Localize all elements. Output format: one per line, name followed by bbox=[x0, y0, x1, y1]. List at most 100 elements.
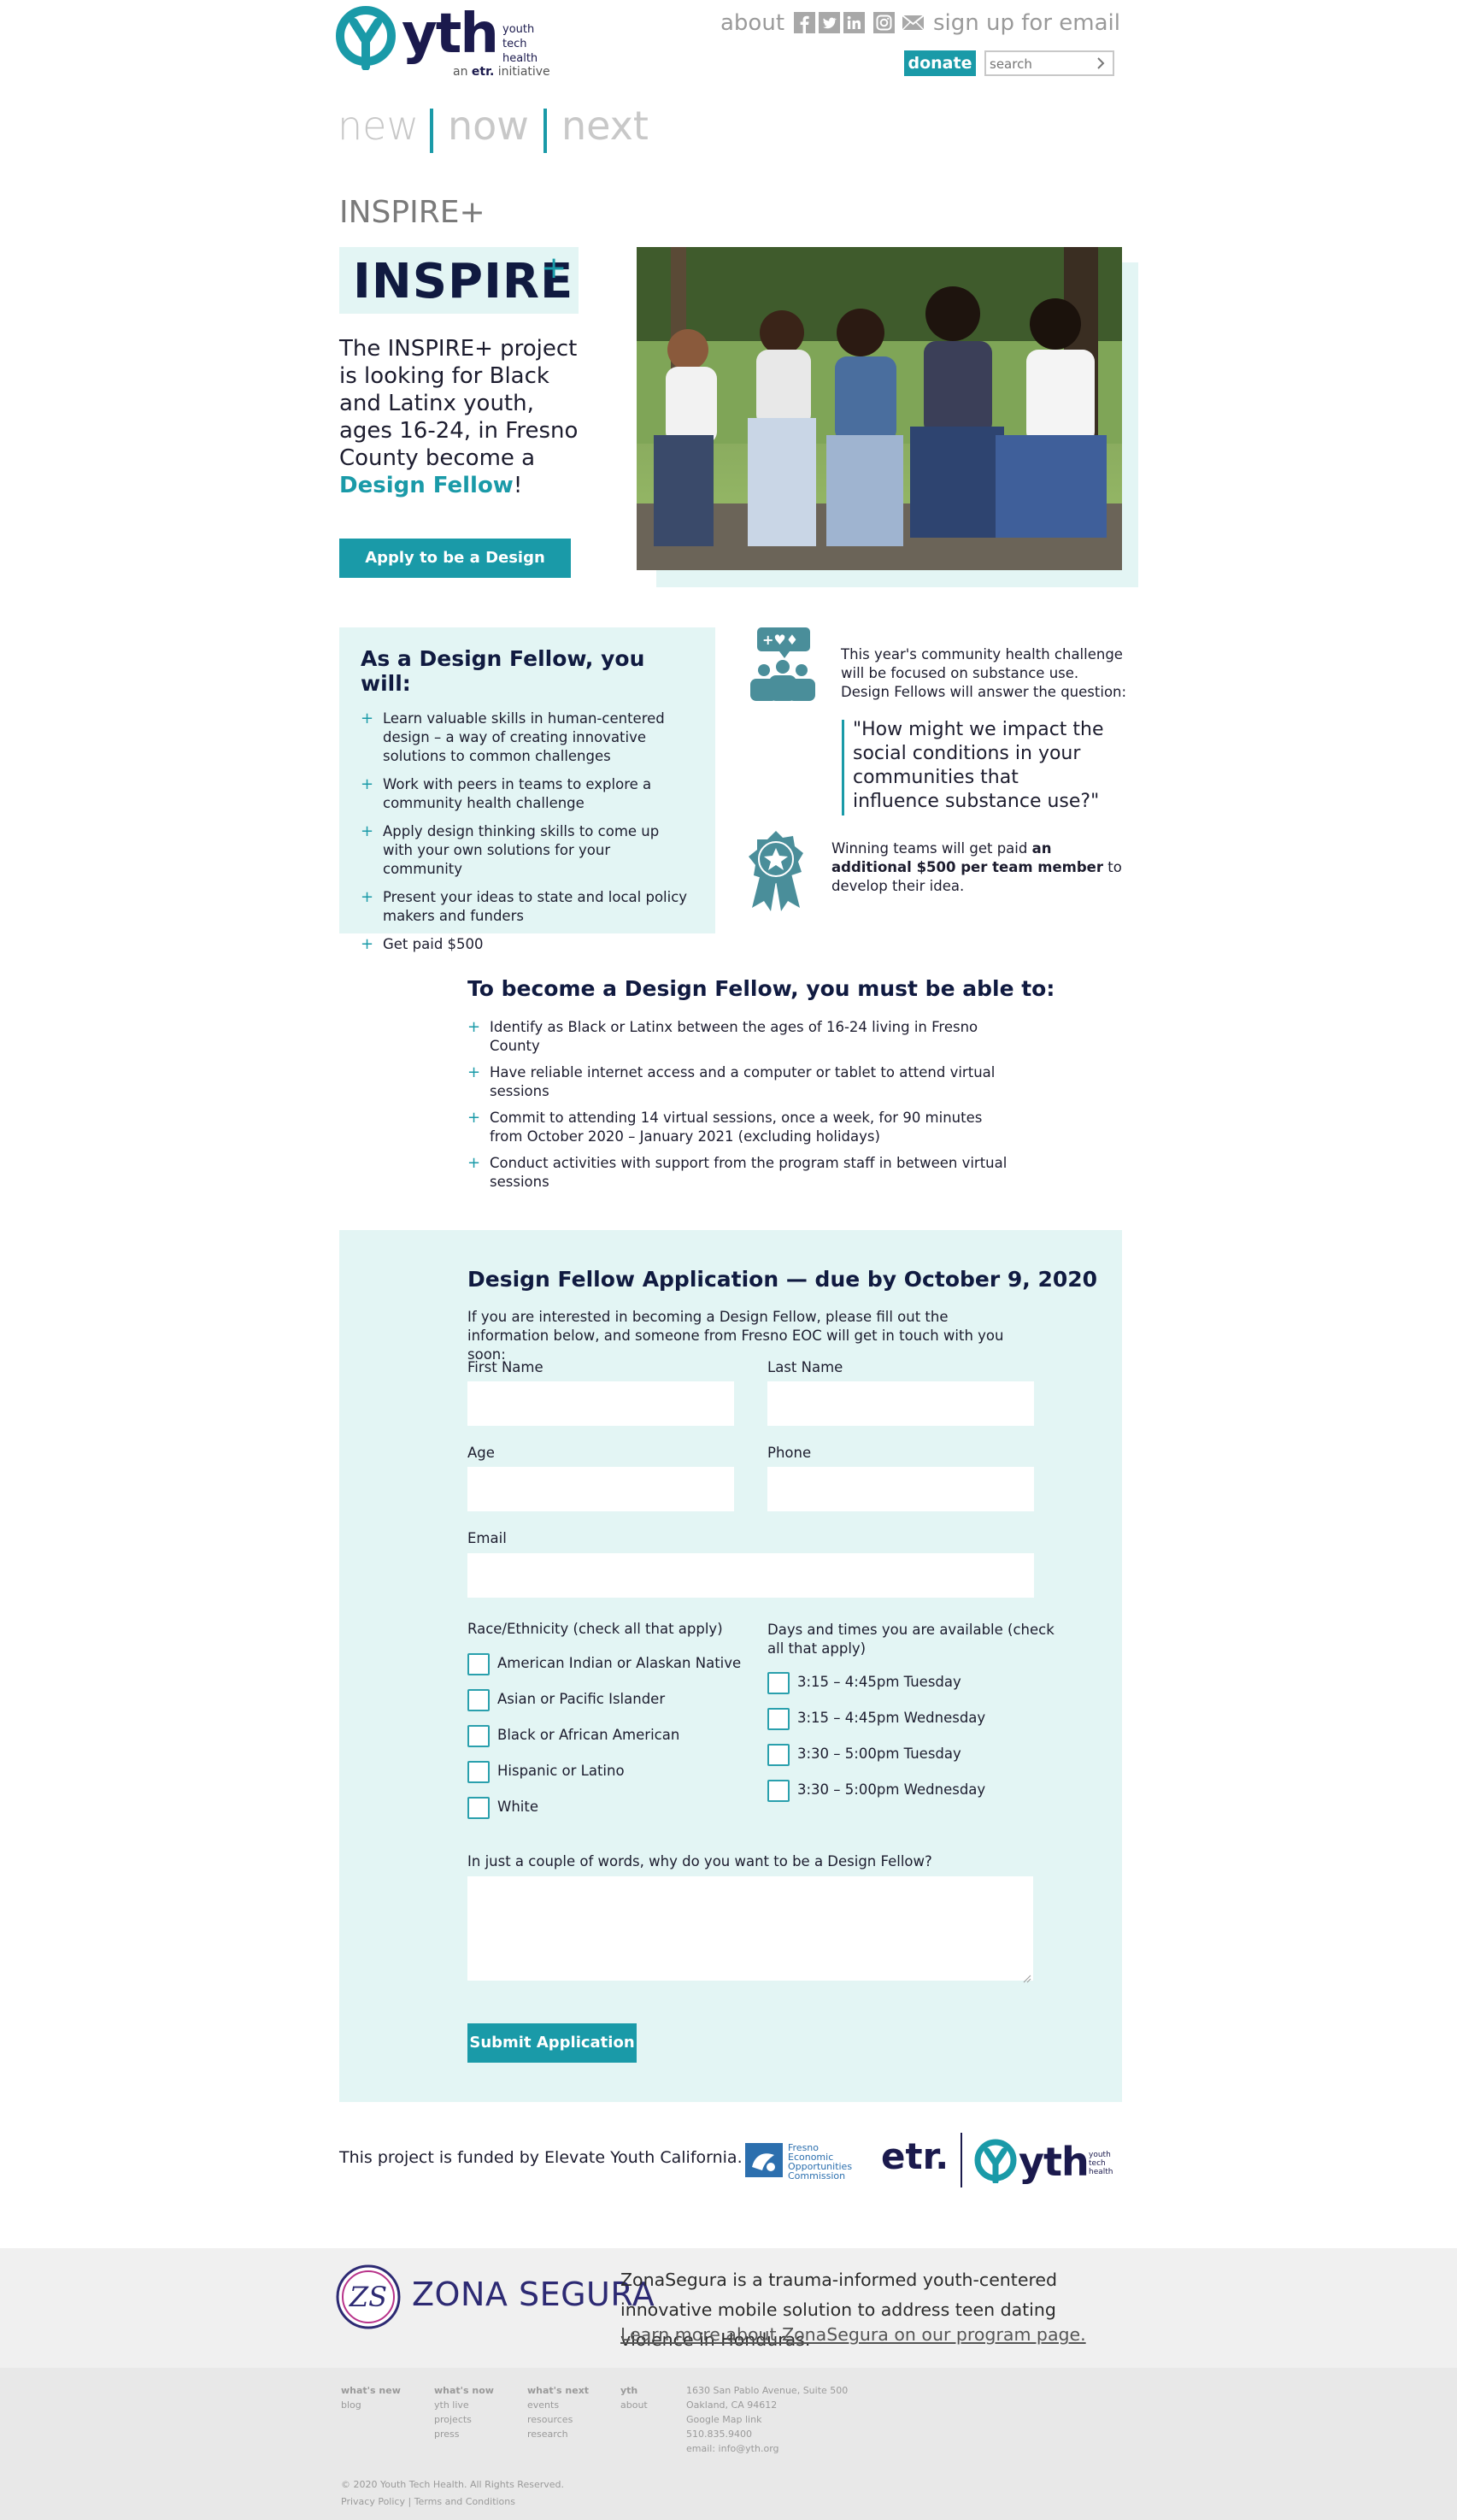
donate-button[interactable]: donate bbox=[904, 50, 976, 76]
signup-email-link[interactable]: sign up for email bbox=[933, 10, 1120, 36]
terms-link[interactable]: Terms and Conditions bbox=[414, 2496, 515, 2507]
email-icon[interactable] bbox=[902, 12, 924, 33]
fresno-eoc-icon bbox=[745, 2143, 783, 2177]
linkedin-icon[interactable] bbox=[843, 12, 865, 33]
footer-address: 1630 San Pablo Avenue, Suite 500 Oakland… bbox=[686, 2385, 849, 2456]
form-intro: If you are interested in becoming a Desi… bbox=[467, 1309, 1004, 1363]
community-health-icon: +♥♦ bbox=[745, 626, 820, 703]
days-label: Days and times you are available (check … bbox=[767, 1622, 1055, 1657]
challenge-quote: "How might we impact the social conditio… bbox=[853, 719, 1104, 812]
race-option-black[interactable]: Black or African American bbox=[467, 1725, 741, 1749]
race-option-american-indian[interactable]: American Indian or Alaskan Native bbox=[467, 1653, 741, 1677]
benefits-title: As a Design Fellow, you will: bbox=[361, 646, 645, 696]
etr-logo[interactable]: etr. bbox=[881, 2135, 949, 2177]
privacy-policy-link[interactable]: Privacy Policy bbox=[341, 2496, 405, 2507]
checkbox[interactable] bbox=[467, 1761, 490, 1783]
hero-intro-text: The INSPIRE+ project is looking for Blac… bbox=[339, 336, 579, 498]
footer-column-now: what's now yth live projects press bbox=[434, 2383, 494, 2441]
footer-link[interactable]: yth live bbox=[434, 2398, 494, 2412]
svg-text:ZS: ZS bbox=[349, 2281, 387, 2313]
apply-design-fellow-button[interactable]: Apply to be a Design Fellow bbox=[339, 539, 571, 606]
instagram-icon[interactable] bbox=[873, 12, 895, 33]
fresno-eoc-logo[interactable]: Fresno Economic Opportunities Commission bbox=[745, 2141, 858, 2181]
age-label: Age bbox=[467, 1445, 495, 1461]
email-link[interactable]: email: info@yth.org bbox=[686, 2441, 848, 2456]
page-title: INSPIRE+ bbox=[339, 195, 485, 230]
footer-link[interactable]: projects bbox=[434, 2412, 494, 2427]
footer-heading[interactable]: what's next bbox=[527, 2383, 589, 2398]
twitter-icon[interactable] bbox=[819, 12, 840, 33]
search-input[interactable] bbox=[990, 56, 1092, 73]
resize-grip-icon[interactable] bbox=[1023, 1970, 1031, 1983]
checkbox[interactable] bbox=[467, 1725, 490, 1747]
first-name-label: First Name bbox=[467, 1359, 543, 1375]
submit-application-button[interactable]: Submit Application bbox=[467, 2023, 637, 2063]
footer-link[interactable]: events bbox=[527, 2398, 589, 2412]
footer-link[interactable]: research bbox=[527, 2427, 589, 2441]
footer-link[interactable]: about bbox=[620, 2398, 648, 2412]
tagline-divider bbox=[543, 109, 547, 153]
award-ribbon-icon bbox=[745, 829, 807, 911]
list-item: + Identify as Black or Latinx between the… bbox=[467, 1018, 978, 1054]
race-option-white[interactable]: White bbox=[467, 1797, 741, 1821]
logo-wordmark[interactable]: yth bbox=[402, 7, 499, 62]
why-textarea[interactable] bbox=[467, 1876, 1033, 1983]
logo-subtitle: an etr. initiative bbox=[453, 65, 550, 79]
checkbox[interactable] bbox=[467, 1689, 490, 1711]
hero-photo bbox=[637, 247, 1122, 570]
chevron-right-icon[interactable] bbox=[1094, 55, 1107, 72]
race-option-asian[interactable]: Asian or Pacific Islander bbox=[467, 1689, 741, 1713]
challenge-text: This year's community health challenge w… bbox=[841, 646, 1127, 700]
list-item: + Work with peers in teams to explore a c… bbox=[361, 775, 652, 811]
checkbox[interactable] bbox=[467, 1797, 490, 1819]
tagline-new: new bbox=[338, 103, 420, 149]
logo-tagline: youth tech health bbox=[502, 23, 538, 65]
checkbox[interactable] bbox=[767, 1708, 790, 1730]
race-option-hispanic[interactable]: Hispanic or Latino bbox=[467, 1761, 741, 1785]
checkbox[interactable] bbox=[767, 1744, 790, 1766]
phone-label: Phone bbox=[767, 1445, 812, 1461]
age-input[interactable] bbox=[467, 1467, 734, 1511]
footer-heading[interactable]: what's new bbox=[341, 2383, 401, 2398]
footer-column-yth: yth about bbox=[620, 2383, 648, 2412]
day-option-2[interactable]: 3:15 – 4:45pm Wednesday bbox=[767, 1708, 1024, 1732]
list-item: + Present your ideas to state and local p… bbox=[361, 888, 688, 924]
footer-link[interactable]: resources bbox=[527, 2412, 589, 2427]
footer-link[interactable]: blog bbox=[341, 2398, 401, 2412]
benefits-list: + Learn valuable skills in human-centered… bbox=[361, 709, 693, 954]
zona-segura-logo-icon[interactable]: ZS bbox=[335, 2264, 402, 2330]
legal-links: Privacy Policy | Terms and Conditions bbox=[341, 2496, 515, 2507]
first-name-input[interactable] bbox=[467, 1381, 734, 1426]
day-option-1[interactable]: 3:15 – 4:45pm Tuesday bbox=[767, 1672, 1024, 1696]
list-item: + Conduct activities with support from th… bbox=[467, 1154, 1008, 1190]
facebook-icon[interactable] bbox=[794, 12, 815, 33]
list-item: + Have reliable internet access and a com… bbox=[467, 1063, 996, 1099]
checkbox[interactable] bbox=[467, 1653, 490, 1675]
zona-segura-name: ZONA SEGURA bbox=[412, 2276, 655, 2313]
last-name-input[interactable] bbox=[767, 1381, 1034, 1426]
list-item: + Get paid $500 bbox=[361, 935, 484, 953]
google-map-link[interactable]: Google Map link bbox=[686, 2412, 848, 2427]
day-option-3[interactable]: 3:30 – 5:00pm Tuesday bbox=[767, 1744, 1024, 1768]
list-item: + Commit to attending 14 virtual sessions… bbox=[467, 1109, 983, 1145]
footer-column-next: what's next events resources research bbox=[527, 2383, 589, 2441]
nav-about-link[interactable]: about bbox=[720, 10, 784, 36]
email-input[interactable] bbox=[467, 1553, 1034, 1598]
zona-segura-link[interactable]: Learn more about ZonaSegura on our progr… bbox=[620, 2324, 1086, 2345]
phone-input[interactable] bbox=[767, 1467, 1034, 1511]
checkbox[interactable] bbox=[767, 1672, 790, 1694]
requirements-title: To become a Design Fellow, you must be a… bbox=[467, 976, 1055, 1001]
list-item: + Apply design thinking skills to come up… bbox=[361, 822, 660, 877]
day-option-4[interactable]: 3:30 – 5:00pm Wednesday bbox=[767, 1780, 1024, 1804]
list-item: + Learn valuable skills in human-centered… bbox=[361, 709, 665, 764]
yth-logo-icon[interactable] bbox=[335, 5, 397, 71]
footer-heading[interactable]: what's now bbox=[434, 2383, 494, 2398]
yth-logo-small[interactable]: yth youth tech health bbox=[974, 2135, 1119, 2187]
benefits-panel: As a Design Fellow, you will: + Learn val… bbox=[339, 627, 715, 953]
copyright-text: © 2020 Youth Tech Health. All Rights Res… bbox=[341, 2479, 564, 2490]
logo-divider bbox=[961, 2133, 962, 2187]
footer-heading[interactable]: yth bbox=[620, 2383, 648, 2398]
checkbox[interactable] bbox=[767, 1780, 790, 1802]
footer-link[interactable]: press bbox=[434, 2427, 494, 2441]
svg-text:+♥♦: +♥♦ bbox=[762, 632, 798, 648]
